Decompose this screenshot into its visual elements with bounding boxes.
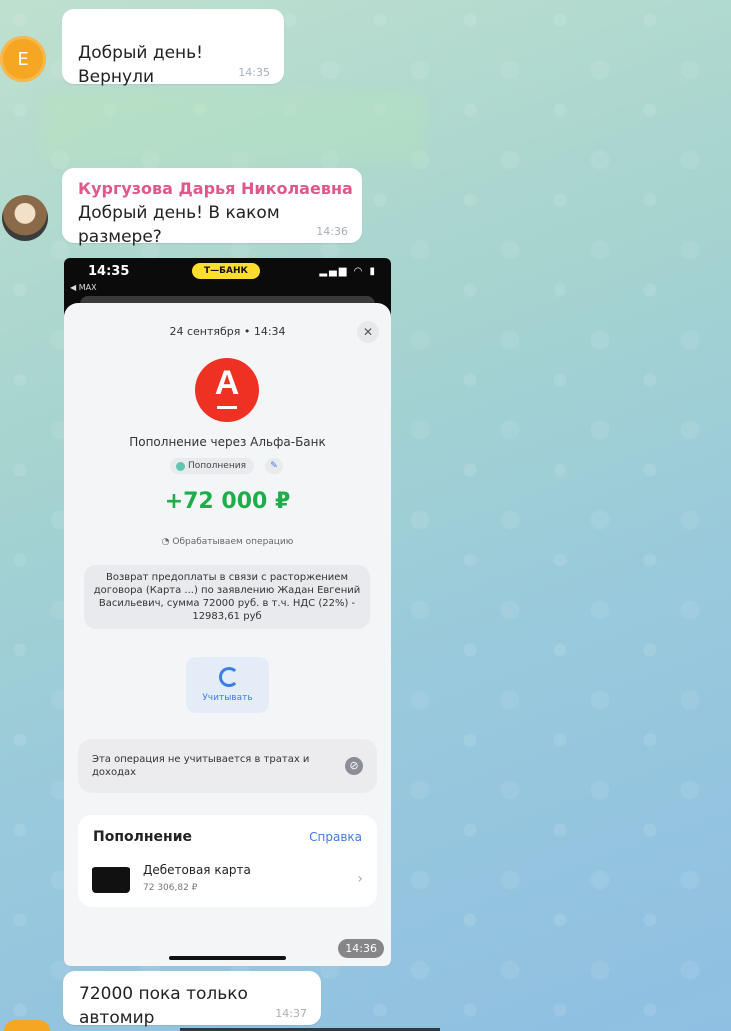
- ruble-icon: [176, 462, 185, 471]
- home-indicator: [169, 956, 286, 960]
- account-label: Учитывать: [202, 693, 253, 703]
- message-bubble[interactable]: Кургузова Дарья Николаевна Добрый день! …: [62, 168, 362, 247]
- category-tag: Пополнения: [170, 458, 254, 474]
- bank-badge: Т—БАНК: [192, 263, 260, 279]
- message-text: Добрый день! Вернули: [78, 43, 203, 87]
- processing-status: ◔ Обрабатываем операцию: [161, 537, 294, 547]
- close-icon: ✕: [357, 321, 379, 343]
- sender-name[interactable]: Кургузова Дарья Николаевна: [78, 179, 353, 198]
- card-name: Дебетовая карта: [143, 863, 251, 877]
- message-bubble[interactable]: 72000 пока только автомир 14:37: [63, 971, 321, 1028]
- logo-bar: [217, 406, 237, 409]
- operation-sheet: 24 сентября • 14:34 ✕ А Пополнение через…: [64, 303, 391, 966]
- operation-date: 24 сентября • 14:34: [169, 325, 286, 338]
- avatar[interactable]: [4, 1020, 50, 1031]
- operation-amount: +72 000 ₽: [164, 489, 291, 514]
- account-toggle: Учитывать: [186, 657, 269, 713]
- phone-clock: 14:35: [88, 264, 130, 279]
- avatar[interactable]: E: [0, 36, 46, 82]
- edit-icon: ✎: [265, 458, 283, 474]
- account-card: Пополнение Справка Дебетовая карта 72 30…: [78, 815, 377, 907]
- section-title: Пополнение: [93, 829, 193, 845]
- message-time: 14:36: [316, 225, 348, 238]
- message-time: 14:37: [275, 1007, 307, 1020]
- message-time: 14:36: [338, 939, 384, 958]
- help-link: Справка: [309, 830, 362, 844]
- back-label: ◀ MAX: [70, 283, 97, 292]
- message-bubble[interactable]: Добрый день! Вернули 14:35: [62, 9, 284, 87]
- status-icons: ▂▄▆ ◠ ▮: [319, 266, 377, 277]
- card-icon: [92, 865, 130, 893]
- chevron-right-icon: ›: [357, 871, 363, 887]
- card-balance: 72 306,82 ₽: [143, 883, 198, 893]
- excluded-icon: ⊘: [345, 757, 363, 775]
- avatar[interactable]: [2, 195, 48, 241]
- spinner-icon: [219, 667, 239, 687]
- category-label: Пополнения: [188, 461, 246, 471]
- blurred-region: [44, 92, 424, 162]
- message-text: 72000 пока только автомир: [79, 984, 248, 1028]
- alfa-bank-logo: А: [195, 358, 259, 422]
- logo-letter: А: [214, 364, 240, 402]
- operation-description: Возврат предоплаты в связи с расторжение…: [84, 565, 370, 629]
- operation-title: Пополнение через Альфа-Банк: [129, 435, 326, 449]
- note-text: Эта операция не учитывается в тратах и д…: [92, 754, 310, 778]
- exclusion-note: Эта операция не учитывается в тратах и д…: [78, 739, 377, 793]
- avatar-letter: E: [17, 48, 29, 70]
- message-time: 14:35: [238, 66, 270, 79]
- photo-message[interactable]: 14:35 ◀ MAX Т—БАНК ▂▄▆ ◠ ▮ 24 сентября •…: [64, 258, 391, 966]
